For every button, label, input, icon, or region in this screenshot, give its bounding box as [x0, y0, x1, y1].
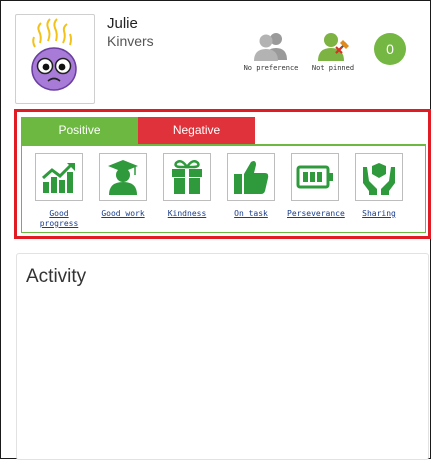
no-preference-label: No preference: [243, 64, 299, 72]
points-badge: 0: [374, 33, 406, 65]
stressed-monster-avatar-icon: [31, 18, 77, 91]
activity-panel: Activity: [16, 253, 429, 460]
avatar[interactable]: [15, 14, 95, 104]
student-last-name: Kinvers: [107, 33, 154, 49]
not-pinned-label: Not pinned: [311, 64, 355, 72]
person-pin-icon: [318, 33, 349, 61]
pin-status-button[interactable]: Not pinned: [304, 31, 362, 72]
student-card: Julie Kinvers No preference Not pinned 0…: [0, 0, 431, 460]
behaviours-highlight-frame: [14, 109, 431, 239]
group-people-icon: [254, 33, 287, 61]
activity-title: Activity: [26, 266, 87, 287]
seating-preference-button[interactable]: No preference: [242, 31, 300, 72]
student-first-name: Julie: [107, 15, 138, 32]
